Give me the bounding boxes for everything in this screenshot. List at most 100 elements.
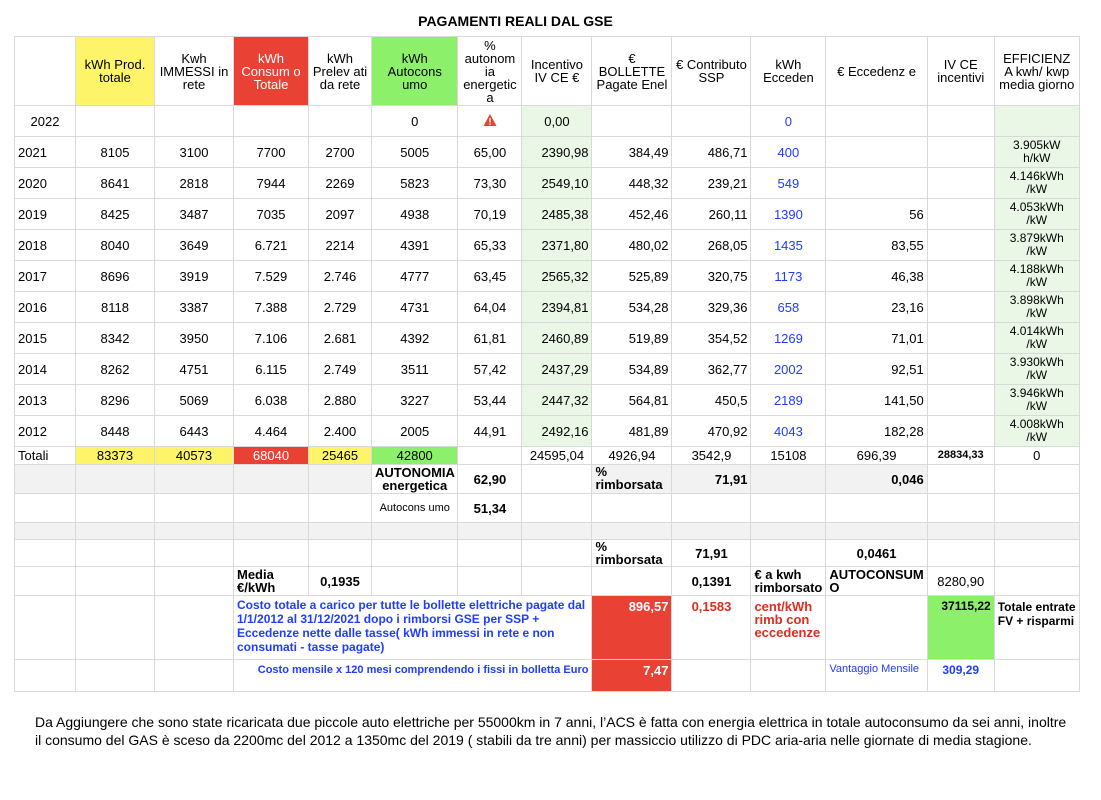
eccedenze-cell: 182,28 xyxy=(825,415,928,447)
cell xyxy=(75,522,155,540)
prelevati-cell: 2.746 xyxy=(308,260,372,292)
consumo-cell: 7.529 xyxy=(233,260,309,292)
incentivo-cell: 2549,10 xyxy=(521,167,593,199)
cell xyxy=(591,566,673,596)
consumo-cell: 7944 xyxy=(233,167,309,199)
blank-row xyxy=(14,522,1080,540)
bollette-cell: 564,81 xyxy=(591,384,673,416)
bollette-cell: 384,49 xyxy=(591,136,673,168)
efficienza-cell: 3.905kW h/kW xyxy=(993,136,1080,168)
total-efficienza: 0 xyxy=(993,446,1080,465)
consumo-cell: 6.038 xyxy=(233,384,309,416)
consumo-cell: 4.464 xyxy=(233,415,309,447)
autoconsumo-cell: 3227 xyxy=(370,384,459,416)
header-ecceden: kWh Ecceden xyxy=(750,36,827,106)
ssp-kwh: 0,1391 xyxy=(671,566,752,596)
ssp-cell: 362,77 xyxy=(671,353,752,385)
cell xyxy=(14,464,76,494)
totals-row: Totali 83373 40573 68040 25465 42800 245… xyxy=(14,446,1080,465)
cell xyxy=(233,493,309,523)
total-bollette: 4926,94 xyxy=(591,446,673,465)
cell xyxy=(591,105,673,137)
header-row: kWh Prod. totale Kwh IMMESSI in rete kWh… xyxy=(14,36,1080,106)
header-efficienza: EFFICIENZ A kwh/ kwp media giorno xyxy=(993,36,1080,106)
prod-cell: 8342 xyxy=(75,322,155,354)
vantaggio-label: Vantaggio Mensile xyxy=(825,659,928,692)
year-cell: 2014 xyxy=(14,353,76,385)
immessi-cell: 3950 xyxy=(154,322,234,354)
autoconsumo-cell: 2005 xyxy=(370,415,459,447)
year-cell: 2015 xyxy=(14,322,76,354)
consumo-cell: 7.106 xyxy=(233,322,309,354)
cell xyxy=(825,493,928,523)
cell xyxy=(671,493,752,523)
prod-cell: 8641 xyxy=(75,167,155,199)
efficienza-cell: 4.053kWh /kW xyxy=(993,198,1080,230)
title-text: PAGAMENTI REALI DAL GSE xyxy=(418,13,613,29)
incentivo-cell: 2492,16 xyxy=(521,415,593,447)
header-incentivo: Incentivo IV CE € xyxy=(521,36,593,106)
cell xyxy=(993,522,1080,540)
total-autoconsumo: 42800 xyxy=(370,446,459,465)
table-row: 2019 8425 3487 7035 2097 4938 70,19 2485,38 452,… xyxy=(14,198,1080,230)
ecceden-cell: 2189 xyxy=(750,384,827,416)
ssp-cell: 486,71 xyxy=(671,136,752,168)
efficienza-cell: 3.879kWh /kW xyxy=(993,229,1080,261)
bollette-cell: 481,89 xyxy=(591,415,673,447)
autoconsumo-cell: 4731 xyxy=(370,291,459,323)
total-ivce: 28834,33 xyxy=(926,446,995,465)
cell xyxy=(233,539,309,567)
total-prod: 83373 xyxy=(75,446,155,465)
prod-cell: 8696 xyxy=(75,260,155,292)
total-ecceden: 15108 xyxy=(750,446,827,465)
cell xyxy=(457,446,523,465)
prelevati-cell: 2.880 xyxy=(308,384,372,416)
incentivo-cell: 2437,29 xyxy=(521,353,593,385)
year-cell: 2017 xyxy=(14,260,76,292)
cell xyxy=(457,539,523,567)
ssp-cell: 320,75 xyxy=(671,260,752,292)
ssp-cell: 470,92 xyxy=(671,415,752,447)
rimb2-label: % rimborsata xyxy=(591,539,673,567)
autonomia-cell: 44,91 xyxy=(457,415,523,447)
autoconsumo-cell: 5823 xyxy=(370,167,459,199)
year-cell: 2020 xyxy=(14,167,76,199)
ecceden-cell: 400 xyxy=(750,136,827,168)
ecceden-cell: 4043 xyxy=(750,415,827,447)
eccedenze-cell: 71,01 xyxy=(825,322,928,354)
costo-mensile-value: 7,47 xyxy=(591,659,673,692)
cell xyxy=(750,539,827,567)
autoconsumo-label: AUTOCONSUM O xyxy=(825,566,928,596)
costo-mensile-text: Costo mensile x 120 mesi comprendendo i … xyxy=(232,659,593,692)
cell xyxy=(154,659,234,692)
rimb2-value: 71,91 xyxy=(671,539,752,567)
immessi-cell: 3649 xyxy=(154,229,234,261)
autoconsumo-cell: 5005 xyxy=(370,136,459,168)
cell xyxy=(457,522,523,540)
incentivo-cell: 2447,32 xyxy=(521,384,593,416)
summary-row-2: Autocons umo 51,34 xyxy=(14,493,1080,523)
cell xyxy=(75,539,155,567)
summary-row-6: Costo mensile x 120 mesi comprendendo i … xyxy=(14,659,1080,692)
cell xyxy=(750,493,827,523)
cell xyxy=(825,595,928,660)
ssp-cell: 268,05 xyxy=(671,229,752,261)
header-eccedenze: € Eccedenz e xyxy=(825,36,928,106)
ecc-ratio-value: 0,046 xyxy=(825,464,928,494)
ecceden-cell: 0 xyxy=(750,105,827,137)
cell xyxy=(521,493,593,523)
ssp-cell: 260,11 xyxy=(671,198,752,230)
total-prelevati: 25465 xyxy=(308,446,372,465)
immessi-cell: 6443 xyxy=(154,415,234,447)
cell xyxy=(233,105,309,137)
incentivo-cell: 0,00 xyxy=(521,105,593,137)
prelevati-cell: 2269 xyxy=(308,167,372,199)
header-prelevati: kWh Prelev ati da rete xyxy=(308,36,372,106)
year-cell: 2021 xyxy=(14,136,76,168)
eccedenze-cell: 46,38 xyxy=(825,260,928,292)
table-row: 2012 8448 6443 4.464 2.400 2005 44,91 2492,16 48… xyxy=(14,415,1080,447)
ivce-cell xyxy=(926,291,995,323)
prod-cell: 8105 xyxy=(75,136,155,168)
bollette-cell: 534,28 xyxy=(591,291,673,323)
efficienza-cell: 3.946kWh /kW xyxy=(993,384,1080,416)
